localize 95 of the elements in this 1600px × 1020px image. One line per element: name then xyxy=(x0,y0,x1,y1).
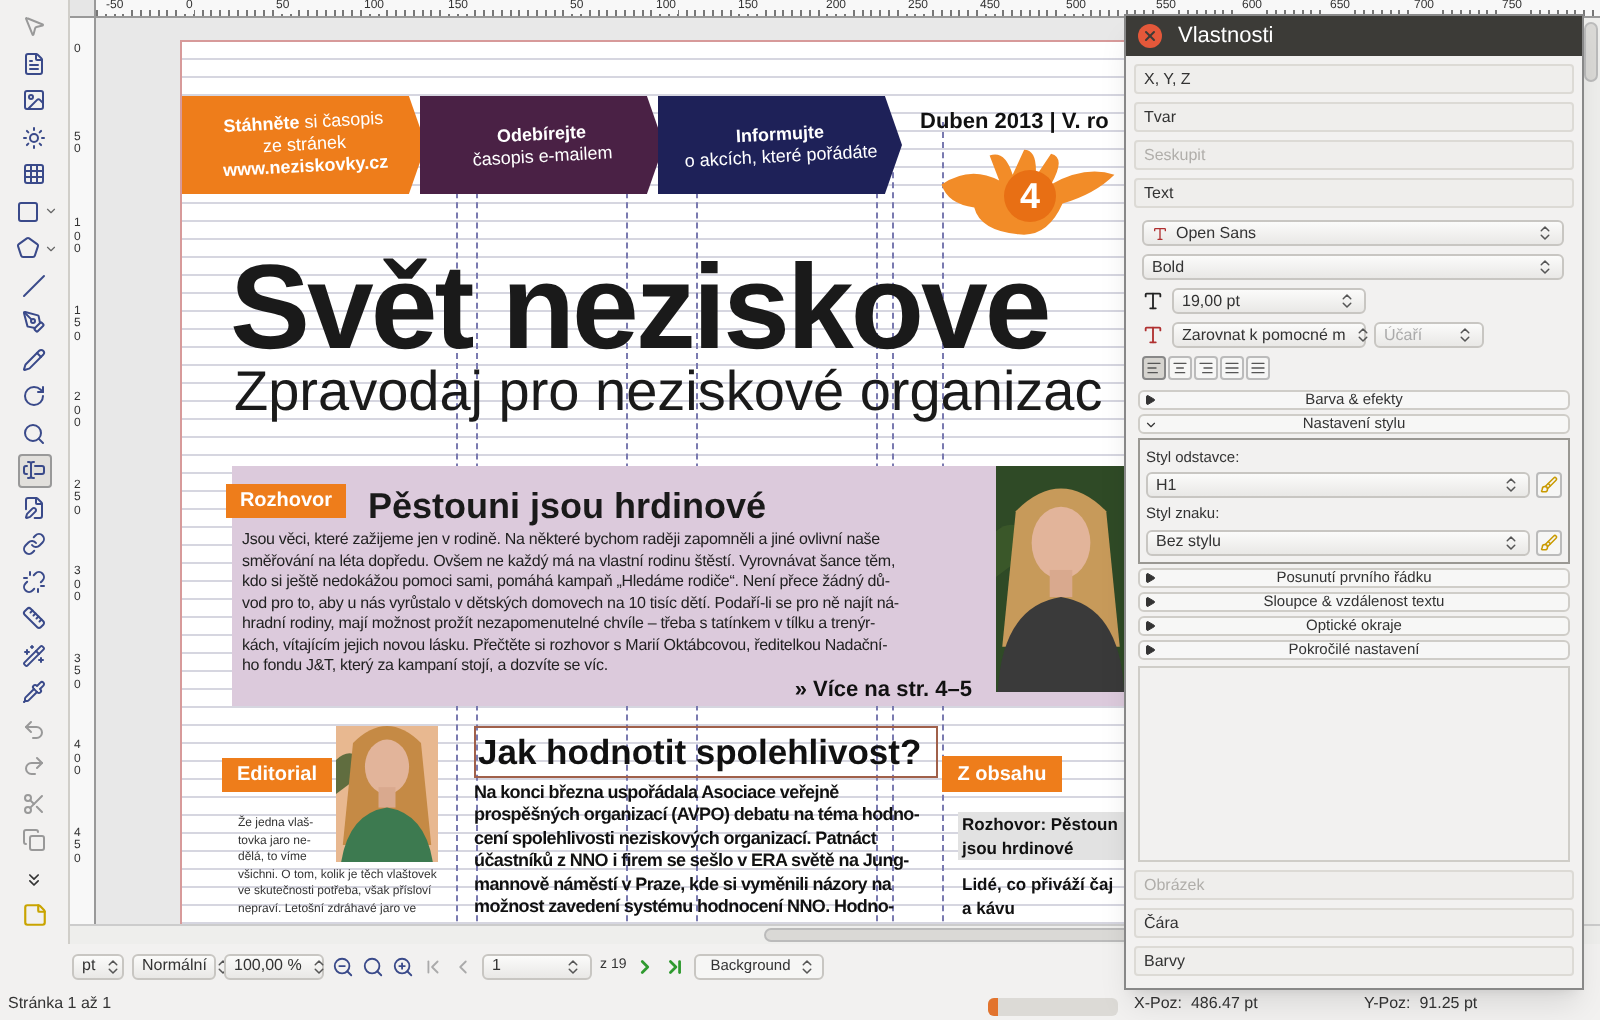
rotate-icon xyxy=(22,384,46,409)
tool-button[interactable] xyxy=(17,454,51,487)
magazine-title: Svět neziskove xyxy=(230,248,1049,368)
tool-button[interactable] xyxy=(17,602,51,635)
tool-button[interactable] xyxy=(17,565,51,598)
close-button[interactable] xyxy=(1138,24,1162,48)
pointer-icon xyxy=(22,14,46,39)
section-tag: Rozhovor xyxy=(226,484,346,518)
spin-arrows-icon xyxy=(1456,326,1474,344)
banner-text: Odebírejte časopis e-mailem xyxy=(470,119,614,171)
unlink-icon xyxy=(22,569,46,594)
contents-item: Rozhovor: Pěstoun jsou hrdinové xyxy=(958,812,1126,860)
contents-item: Lidé, co přiváží čaj a kávu xyxy=(960,872,1116,920)
section-button[interactable]: Čára xyxy=(1134,908,1574,938)
unit-select[interactable]: pt xyxy=(72,953,124,979)
spin-arrows-icon xyxy=(1536,224,1554,242)
tool-button[interactable] xyxy=(17,528,51,561)
x-position: X-Poz: 486.47 pt xyxy=(1134,992,1260,1016)
article-text: Na konci března uspořádala Asociace veřejně prospěšných organizací (AVPO) debatu na téma hodno- cení spolehlivosti neziskových organizací. Patnáct účastníků z NNO i firem se sešlo v ERA světě na Jung- mannově náměstí v Praze, kde si vyměnili názory na možnost zavedení systému hodnocení NNO. Hodno- xyxy=(474,782,920,919)
feature-heading: Pěstouni jsou hrdinové xyxy=(368,484,767,530)
spin-arrows-icon xyxy=(798,957,817,975)
spin-arrows-icon xyxy=(1502,533,1520,551)
pentagon-icon xyxy=(15,236,39,261)
tool-button[interactable] xyxy=(17,343,51,376)
undo-icon xyxy=(22,717,46,742)
more-icon[interactable] xyxy=(24,869,44,889)
spin-arrows-icon xyxy=(103,957,122,975)
alignment-button[interactable] xyxy=(1246,356,1270,380)
image-frame-icon xyxy=(22,88,46,113)
banner-text: Stáhněte si časopis ze stránek www.neziskovky.cz xyxy=(220,107,389,183)
close-icon xyxy=(1142,28,1158,44)
last-page-icon[interactable] xyxy=(664,955,687,977)
zoom-in-icon[interactable] xyxy=(392,955,414,977)
zoom-icon xyxy=(22,421,46,446)
font-size-field[interactable]: 19,00 pt xyxy=(1172,288,1366,314)
eyedropper-icon xyxy=(22,680,46,705)
magazine-subtitle: Zpravodaj pro neziskové organizac xyxy=(234,364,1103,420)
zoom-select[interactable]: 100,00 % xyxy=(224,953,324,979)
spin-arrows-icon xyxy=(309,957,328,975)
section-button[interactable]: X, Y, Z xyxy=(1134,64,1574,94)
font-style-select[interactable]: Bold xyxy=(1142,254,1564,280)
copy-icon xyxy=(22,828,46,853)
redo-icon xyxy=(22,754,46,779)
text-frame-icon xyxy=(22,51,46,76)
section-tag: Editorial xyxy=(222,758,332,792)
line-icon xyxy=(22,273,46,298)
banner-text: Informujte o akcích, které pořádáte xyxy=(682,118,878,172)
rectangle-icon xyxy=(15,199,39,224)
y-position: Y-Poz: 91.25 pt xyxy=(1364,992,1478,1016)
tool-button[interactable] xyxy=(17,639,51,672)
star-icon xyxy=(22,125,46,150)
alignment-button[interactable] xyxy=(1220,356,1244,380)
more-link[interactable]: » Více na str. 4–5 xyxy=(762,674,972,707)
zoom-reset-icon[interactable] xyxy=(362,955,384,977)
feature-text: Jsou věci, které zažijeme jen v rodině. Na některé bychom raději zapomněli a jiné ovlivní naše směřování na léta dopředu. Ovšem ne každý má na vlastní rodinu štěstí. Vyrovnávat šance těm, kdo si ještě nedokážou pomoci sami, pomáhá kampaň „Hledáme rodiče“. Není přece žádný dů- vod pro to, aby u nás vyrůstalo v dětských domovech na 10 tisíc dětí. Podaří-li se pro ně najít ná- hradní rodiny, mají možnost prožít nezapomenutelné chvíle – třeba s tatínkem v tílku a trenýr- kách, vítajícím jejich novou lásku. Přečtěte si rozhovor s Marií Oktábcovou, ředitelkou Nadační- ho fondu J&T, který za kampaní stojí, a dozvíte se víc. xyxy=(242,530,899,677)
alignment-button[interactable] xyxy=(1142,356,1166,380)
zoom-out-icon[interactable] xyxy=(332,955,354,977)
tool-button[interactable] xyxy=(17,269,51,302)
section-button[interactable]: Text xyxy=(1134,178,1574,208)
tool-button[interactable] xyxy=(17,121,51,154)
alignment-button[interactable] xyxy=(1194,356,1218,380)
wand-icon xyxy=(22,643,46,668)
section-button[interactable]: Barvy xyxy=(1134,946,1574,976)
spin-arrows-icon xyxy=(1338,292,1356,310)
character-style-select[interactable]: Bez stylu xyxy=(1146,529,1530,555)
line-spacing-select[interactable]: Zarovnat k pomocné m xyxy=(1172,322,1366,348)
pencil-icon xyxy=(22,347,46,372)
spin-arrows-icon xyxy=(1353,326,1372,344)
section-tag: Z obsahu xyxy=(942,756,1062,792)
link-icon xyxy=(22,532,46,557)
section-button[interactable]: Tvar xyxy=(1134,102,1574,132)
alignment-button[interactable] xyxy=(1168,356,1192,380)
table-icon xyxy=(22,162,46,187)
window-title: Vlastnosti xyxy=(1178,21,1274,52)
spin-arrows-icon xyxy=(564,957,582,975)
text-cursor-icon xyxy=(22,458,46,483)
cut-icon xyxy=(22,791,46,816)
ruler-icon xyxy=(22,606,46,631)
edit-text-icon xyxy=(22,495,46,520)
page-select[interactable]: 1 xyxy=(482,953,592,979)
font-size-icon xyxy=(1142,290,1164,312)
line-spacing-icon xyxy=(1142,324,1164,346)
pen-icon xyxy=(22,310,46,335)
spin-arrows-icon xyxy=(1536,258,1554,276)
expanded-caret-icon xyxy=(1144,418,1158,432)
dropdown-icon xyxy=(44,241,58,256)
article-heading: Jak hodnotit spolehlivost? xyxy=(474,726,938,778)
paragraph-style-select[interactable]: H1 xyxy=(1146,472,1530,499)
issue-date: Duben 2013 | V. ro xyxy=(920,108,1109,138)
dropdown-icon xyxy=(44,204,58,219)
font-select[interactable]: Open Sans xyxy=(1142,220,1564,246)
collapsed-caret-icon xyxy=(1144,394,1156,406)
spin-arrows-icon xyxy=(1502,476,1520,495)
page-info: Stránka 1 až 1 xyxy=(8,992,114,1016)
font-icon xyxy=(1152,225,1168,241)
